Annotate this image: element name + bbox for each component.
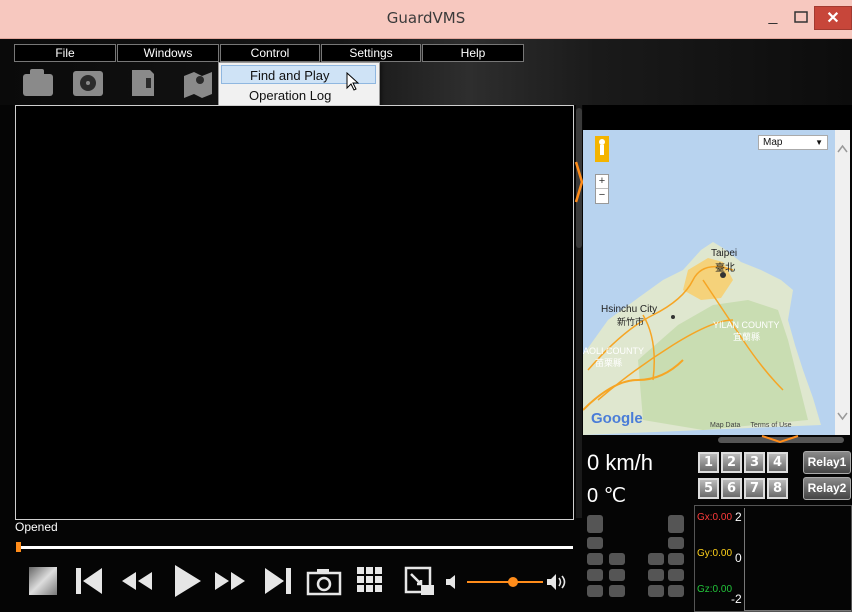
channel-button-5[interactable]: 5 xyxy=(698,478,719,499)
avi-export-icon[interactable] xyxy=(403,564,437,598)
volume-slider-track[interactable] xyxy=(467,581,543,583)
skip-previous-icon[interactable] xyxy=(73,564,105,598)
map-footer: Map Data Terms of Use xyxy=(710,422,792,429)
gx-label: Gx:0.00 xyxy=(697,512,733,523)
zoom-control: + − xyxy=(595,174,609,204)
channel-button-4[interactable]: 4 xyxy=(767,452,788,473)
menu-windows[interactable]: Windows xyxy=(117,44,219,62)
y-tick-top: 2 xyxy=(735,510,742,524)
pegman-icon[interactable] xyxy=(595,136,609,162)
gz-label: Gz:0.00 xyxy=(697,584,733,595)
stop-icon[interactable] xyxy=(26,564,60,598)
camera-icon[interactable] xyxy=(305,564,343,598)
map-type-select[interactable]: Map ▼ xyxy=(758,135,828,150)
maximize-button[interactable] xyxy=(788,6,814,28)
player-status: Opened xyxy=(15,520,58,534)
menu-settings[interactable]: Settings xyxy=(321,44,421,62)
channel-button-8[interactable]: 8 xyxy=(767,478,788,499)
volume-low-icon[interactable] xyxy=(444,574,460,590)
video-viewport[interactable] xyxy=(15,105,574,520)
fast-forward-icon[interactable] xyxy=(212,564,248,598)
map-header-strip xyxy=(583,105,852,130)
relay2-button[interactable]: Relay2 xyxy=(803,477,851,500)
map-scrollbar-arrows xyxy=(837,144,848,421)
channel-button-7[interactable]: 7 xyxy=(744,478,765,499)
map-label-taipei: Taipei xyxy=(711,248,738,259)
map-label-yilan: YILAN COUNTY xyxy=(713,320,780,330)
sd-card-icon[interactable] xyxy=(124,66,160,98)
maximize-icon xyxy=(794,11,808,23)
temperature-readout: 0 ℃ xyxy=(587,485,627,507)
y-tick-bottom: -2 xyxy=(731,592,742,606)
play-icon[interactable] xyxy=(170,564,204,598)
menu-control[interactable]: Control xyxy=(220,44,320,62)
map-label-hsinchu: Hsinchu City xyxy=(601,304,658,315)
menu-file[interactable]: File xyxy=(14,44,116,62)
rewind-icon[interactable] xyxy=(120,564,154,598)
map-label-miaoli: AOLI COUNTY xyxy=(583,346,645,356)
channel-button-6[interactable]: 6 xyxy=(721,478,742,499)
gy-label: Gy:0.00 xyxy=(697,548,733,559)
volume-slider-knob[interactable] xyxy=(507,577,518,587)
gsensor-plot-area xyxy=(744,508,851,611)
map-label-miaoli-zh: 苗栗縣 xyxy=(595,358,623,368)
channel-button-3[interactable]: 3 xyxy=(744,452,765,473)
terms-of-use-link[interactable]: Terms of Use xyxy=(750,422,791,429)
playback-progress-track[interactable] xyxy=(18,546,573,549)
map-view[interactable]: Taipei 臺北 Hsinchu City 新竹市 YILAN COUNTY … xyxy=(583,130,835,435)
speed-readout: 0 km/h xyxy=(587,450,654,475)
map-label-taipei-zh: 臺北 xyxy=(715,263,735,274)
close-button[interactable]: ✕ xyxy=(814,6,852,30)
channel-button-2[interactable]: 2 xyxy=(721,452,742,473)
zoom-in-button[interactable]: + xyxy=(596,175,608,188)
y-tick-middle: 0 xyxy=(735,551,742,565)
volume-high-icon[interactable] xyxy=(546,573,570,591)
relay1-button[interactable]: Relay1 xyxy=(803,451,851,474)
google-logo: Google xyxy=(591,410,643,427)
map-type-label: Map xyxy=(763,137,783,148)
chevron-down-icon: ▼ xyxy=(815,138,823,147)
channel-button-1[interactable]: 1 xyxy=(698,452,719,473)
mouse-cursor-icon xyxy=(346,72,360,91)
map-export-icon[interactable] xyxy=(180,66,216,98)
menu-help[interactable]: Help xyxy=(422,44,524,62)
hard-drive-icon[interactable] xyxy=(70,66,106,98)
map-data-link[interactable]: Map Data xyxy=(710,422,740,429)
expand-arrow-icon[interactable] xyxy=(760,434,800,444)
window-title: GuardVMS xyxy=(386,9,466,27)
skip-next-icon[interactable] xyxy=(262,564,294,598)
map-terrain xyxy=(583,130,835,435)
playback-progress-knob[interactable] xyxy=(16,542,21,552)
map-label-yilan-zh: 宜蘭縣 xyxy=(733,332,761,342)
map-scrollbar[interactable] xyxy=(835,130,850,435)
zoom-out-button[interactable]: − xyxy=(596,188,608,202)
folder-icon[interactable] xyxy=(20,66,56,98)
map-label-hsinchu-zh: 新竹市 xyxy=(617,317,645,327)
grid-icon[interactable] xyxy=(353,564,389,598)
minimize-button[interactable]: _ xyxy=(758,6,788,28)
